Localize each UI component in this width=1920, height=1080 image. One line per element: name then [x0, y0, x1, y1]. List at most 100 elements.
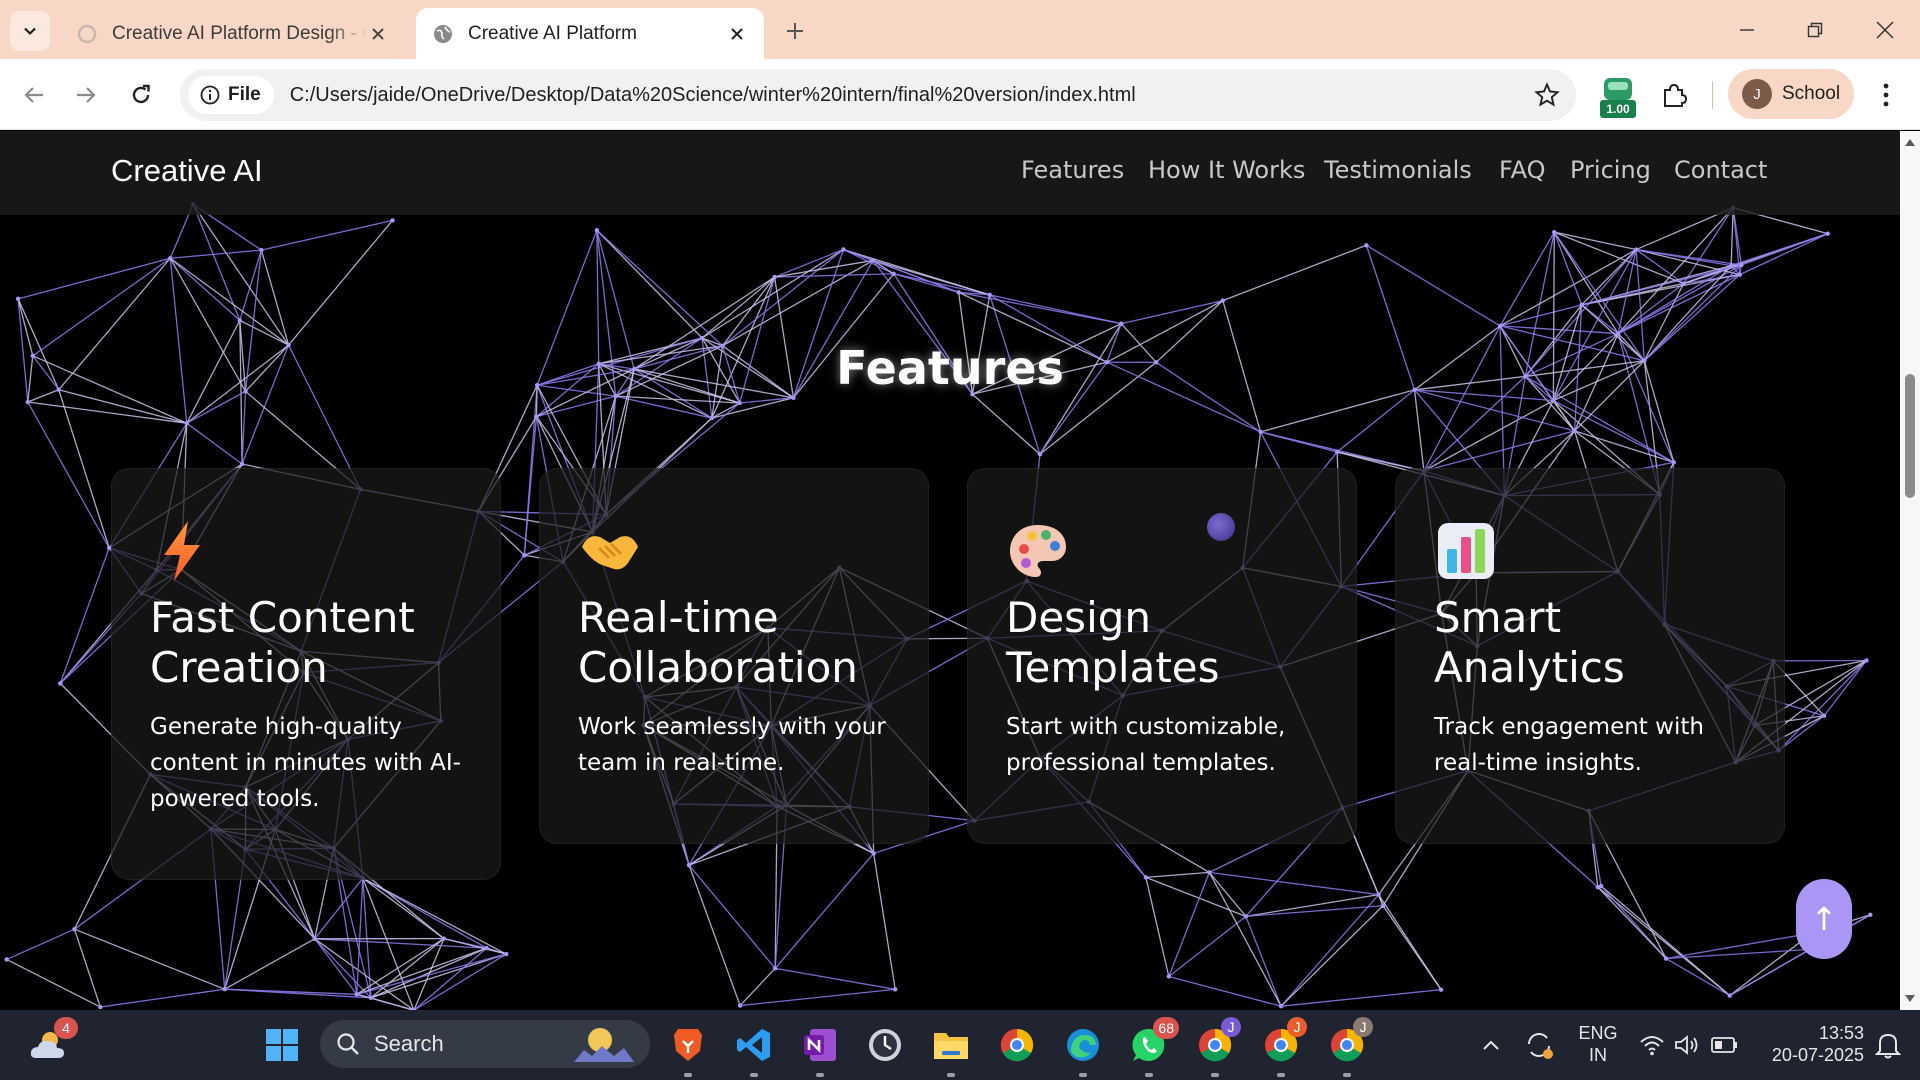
nav-link-pricing[interactable]: Pricing: [1570, 156, 1651, 184]
network-node: [1681, 281, 1686, 286]
nav-link-contact[interactable]: Contact: [1674, 156, 1767, 184]
vscode-app[interactable]: [732, 1023, 776, 1077]
network-line: [1554, 231, 1684, 285]
clock-app[interactable]: [863, 1023, 907, 1067]
extensions-button[interactable]: [1654, 75, 1694, 115]
feature-card-design-templates: Design Templates Start with customizable…: [967, 468, 1357, 844]
scroll-up-icon[interactable]: [1904, 137, 1916, 147]
profile-name: School: [1782, 83, 1841, 104]
close-icon: [1876, 21, 1894, 39]
chrome-profile-2[interactable]: J: [1259, 1017, 1307, 1077]
weather-widget[interactable]: 4: [26, 1017, 78, 1067]
back-button[interactable]: [14, 75, 54, 115]
network-line: [356, 878, 364, 995]
network-line: [958, 291, 1122, 325]
edge-app[interactable]: [1061, 1023, 1105, 1077]
network-line: [356, 947, 487, 995]
close-tab-button[interactable]: [367, 23, 389, 45]
address-bar[interactable]: File C:/Users/jaide/OneDrive/Desktop/Dat…: [180, 69, 1576, 121]
network-node: [737, 400, 742, 406]
running-indicator: [750, 1073, 758, 1077]
browser-menu-button[interactable]: [1866, 75, 1906, 115]
onenote-icon: [804, 1029, 836, 1061]
feature-description: Track engagement with real-time insights…: [1434, 714, 1704, 776]
file-explorer-app[interactable]: [929, 1023, 973, 1077]
taskbar-search[interactable]: Search: [320, 1020, 650, 1068]
scroll-to-top-button[interactable]: ↑: [1796, 879, 1852, 959]
nav-link-how-it-works[interactable]: How It Works: [1148, 156, 1305, 184]
bookmark-star-icon[interactable]: [1534, 82, 1560, 108]
chrome-profile-3[interactable]: J: [1325, 1017, 1373, 1077]
chrome-profile-badge: J: [1287, 1017, 1307, 1037]
onenote-app[interactable]: [798, 1023, 842, 1077]
network-line: [59, 547, 110, 684]
network-line: [774, 248, 844, 278]
new-tab-button[interactable]: [780, 16, 810, 46]
sync-status-button[interactable]: [1517, 1023, 1561, 1067]
network-node: [737, 1003, 743, 1008]
network-node: [4, 957, 9, 962]
region-code: IN: [1589, 1045, 1607, 1065]
network-line: [260, 249, 290, 346]
clock[interactable]: 13:53 20-07-2025: [1756, 1022, 1864, 1066]
network-line: [688, 864, 741, 1006]
battery-button[interactable]: [1703, 1023, 1747, 1067]
brave-browser-app[interactable]: [666, 1023, 710, 1077]
nav-link-features[interactable]: Features: [1021, 156, 1124, 184]
site-navbar: Creative AI Features How It Works Testim…: [0, 131, 1900, 215]
minimize-window-button[interactable]: [1724, 12, 1770, 48]
network-node: [1572, 428, 1577, 434]
network-line: [239, 249, 262, 321]
scroll-down-icon[interactable]: [1904, 994, 1916, 1004]
network-line: [1729, 948, 1811, 997]
reload-button[interactable]: [121, 75, 161, 115]
network-line: [701, 248, 844, 339]
network-node: [368, 995, 374, 1001]
network-line: [688, 864, 776, 969]
start-button[interactable]: [260, 1023, 304, 1067]
chrome-profile-1[interactable]: J: [1193, 1017, 1241, 1077]
bar-chart-icon: [1438, 523, 1494, 579]
tab-creative-ai-platform-design[interactable]: Creative AI Platform Design - G: [60, 8, 405, 59]
whatsapp-app[interactable]: 68: [1127, 1017, 1179, 1077]
page-scrollbar[interactable]: [1900, 131, 1920, 1010]
network-line: [1145, 871, 1210, 879]
url-text[interactable]: C:/Users/jaide/OneDrive/Desktop/Data%20S…: [290, 84, 1136, 107]
network-line: [314, 938, 487, 949]
restore-window-button[interactable]: [1792, 12, 1838, 48]
network-node: [987, 292, 992, 298]
network-node: [354, 992, 360, 997]
scrollbar-thumb[interactable]: [1905, 374, 1915, 498]
nav-link-faq[interactable]: FAQ: [1499, 156, 1546, 184]
close-tab-button[interactable]: [726, 23, 748, 45]
network-line: [288, 219, 393, 346]
chrome-icon: [1000, 1028, 1034, 1062]
network-line: [872, 259, 959, 293]
language-code: ENG: [1578, 1023, 1618, 1043]
site-logo[interactable]: Creative AI: [111, 153, 263, 189]
close-window-button[interactable]: [1862, 12, 1908, 48]
chevron-up-icon: [1483, 1040, 1499, 1050]
tab-creative-ai-platform[interactable]: Creative AI Platform: [416, 8, 764, 59]
network-node: [1663, 956, 1669, 961]
profile-button[interactable]: J School: [1728, 69, 1854, 119]
network-node: [504, 951, 509, 957]
floating-orb: [1207, 513, 1235, 541]
chrome-app[interactable]: [995, 1023, 1039, 1067]
reload-icon: [132, 84, 150, 104]
network-node: [709, 415, 715, 421]
folder-icon: [934, 1033, 968, 1059]
extension-meter-button[interactable]: 1.00: [1598, 74, 1638, 118]
input-language[interactable]: ENG IN: [1572, 1022, 1624, 1066]
running-indicator: [1145, 1073, 1153, 1077]
tab-search-dropdown[interactable]: [10, 11, 50, 51]
network-line: [1168, 975, 1282, 1007]
network-node: [1243, 914, 1249, 919]
network-line: [1597, 886, 1731, 997]
notifications-button[interactable]: [1866, 1023, 1910, 1067]
network-node: [522, 553, 527, 558]
nav-link-testimonials[interactable]: Testimonials: [1324, 156, 1472, 184]
show-hidden-icons-button[interactable]: [1469, 1023, 1513, 1067]
forward-button[interactable]: [66, 75, 106, 115]
site-info-button[interactable]: File: [188, 76, 274, 114]
